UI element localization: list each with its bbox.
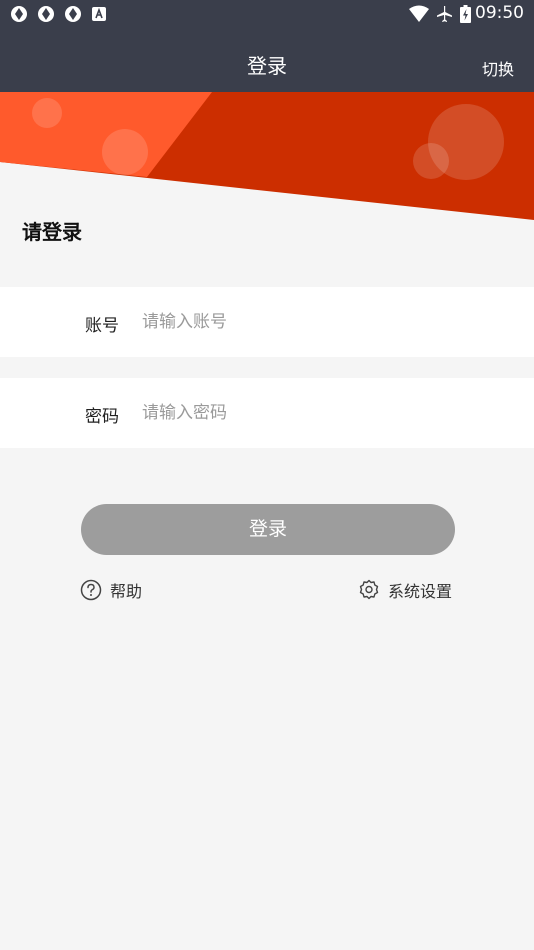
help-link[interactable]: 帮助 [80,578,142,602]
login-heading: 请登录 [22,220,82,244]
gear-icon [359,579,379,600]
system-settings-link[interactable]: 系统设置 [358,578,452,602]
page-title: 登录 [247,54,287,78]
help-icon [80,579,102,601]
a-badge-icon [92,7,106,21]
help-label: 帮助 [110,582,143,601]
account-input[interactable] [142,304,502,340]
app-icon [11,6,27,22]
battery-icon [460,5,471,23]
airplane-icon [437,6,452,22]
account-row: 账号 [0,287,534,357]
system-settings-label: 系统设置 [387,582,452,601]
app-icon [65,6,81,22]
app-bar: 登录 切换 [0,28,534,92]
account-label: 账号 [85,316,119,336]
login-button[interactable]: 登录 [81,504,455,555]
password-label: 密码 [85,407,119,427]
switch-button[interactable]: 切换 [482,56,514,80]
status-bar: 09:50 [0,0,534,28]
password-input[interactable] [142,395,502,431]
status-time: 09:50 [475,3,524,23]
header-banner [0,92,534,220]
wifi-icon [409,5,429,22]
app-icon [38,6,54,22]
login-screen: 09:50 登录 切换 请登录 账号 密码 登录 帮助 [0,0,534,950]
password-row: 密码 [0,378,534,448]
